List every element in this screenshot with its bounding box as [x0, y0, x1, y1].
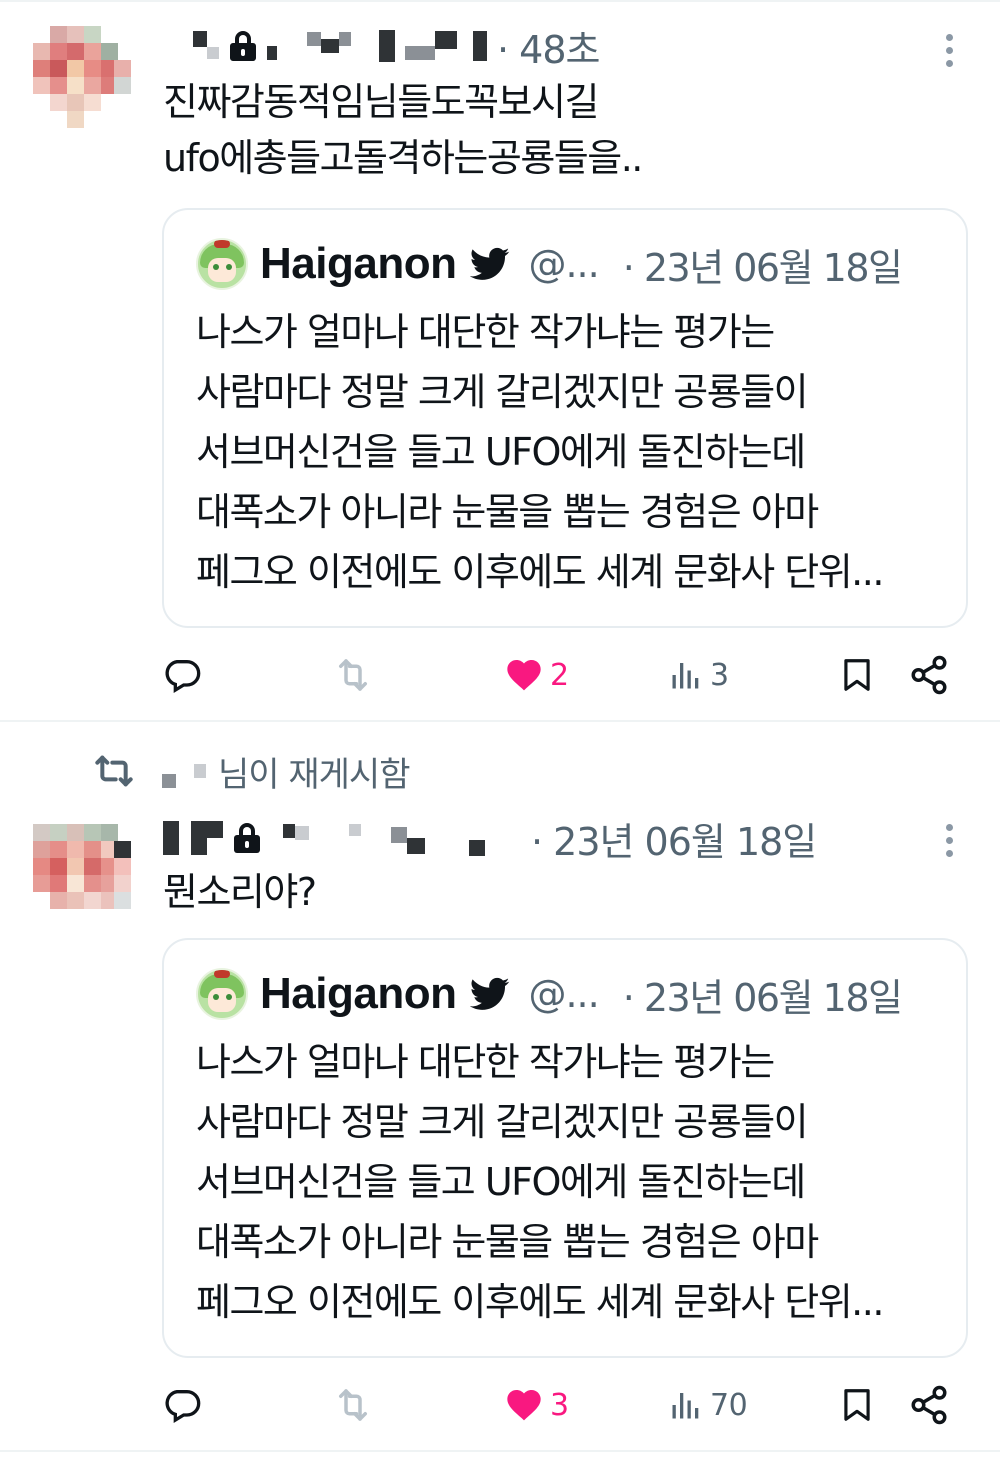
redacted-username	[473, 31, 487, 61]
like-button[interactable]: 3	[504, 1380, 569, 1430]
redacted-username	[207, 47, 219, 59]
redacted-username	[379, 30, 395, 62]
views-count: 3	[710, 657, 729, 693]
quoted-author-handle: @...	[528, 972, 599, 1016]
like-count: 3	[550, 1387, 569, 1423]
bookmark-icon	[844, 659, 870, 691]
retweet-context: 님이 재게시함	[92, 746, 410, 796]
reply-button[interactable]	[162, 650, 202, 700]
retweet-icon	[339, 1389, 367, 1421]
quoted-text-line: 페그오 이전에도 이후에도 세계 문화사 단위...	[196, 550, 884, 594]
quoted-text-line: 사람마다 정말 크게 갈리겠지만 공룡들이	[196, 370, 809, 414]
redacted-username	[163, 821, 179, 855]
share-icon	[911, 655, 947, 695]
tweet-text-line: ufo에총들고돌격하는공룡들을..	[163, 136, 643, 180]
like-button[interactable]: 2	[504, 650, 569, 700]
bookmark-icon	[844, 1389, 870, 1421]
redacted-username	[283, 824, 295, 838]
retweet-button[interactable]	[332, 650, 374, 700]
bookmark-button[interactable]	[838, 1380, 876, 1430]
bookmark-button[interactable]	[838, 650, 876, 700]
quoted-text-line: 사람마다 정말 크게 갈리겠지만 공룡들이	[196, 1100, 809, 1144]
views-button[interactable]: 3	[668, 650, 729, 700]
retweet-icon	[339, 659, 367, 691]
quoted-author-name: Haiganon	[260, 239, 457, 288]
retweet-button[interactable]	[332, 1380, 374, 1430]
tweet-actions: 2 3	[0, 650, 1000, 700]
tweet-text-line: 진짜감동적임님들도꼭보시길	[163, 80, 599, 124]
twitter-bird-icon	[470, 247, 510, 280]
quoted-avatar	[196, 238, 248, 290]
heart-icon	[507, 660, 541, 691]
views-count: 70	[710, 1387, 748, 1423]
redacted-username	[407, 838, 425, 854]
retweet-icon	[95, 755, 133, 787]
tweet-1[interactable]: · 48초 진짜감동적임님들도꼭보시길 ufo에총들고돌격하는공룡들을.. Ha…	[0, 0, 1000, 720]
reply-icon	[165, 1390, 201, 1423]
like-count: 2	[550, 657, 569, 693]
quoted-text-line: 페그오 이전에도 이후에도 세계 문화사 단위...	[196, 1280, 884, 1324]
quoted-tweet[interactable]: Haiganon @... · 23년 06월 18일 나스가 얼마나 대단한 …	[162, 208, 968, 628]
redacted-username	[405, 46, 435, 60]
heart-icon	[507, 1390, 541, 1421]
tweet-time[interactable]: · 23년 06월 18일	[531, 811, 817, 866]
views-icon	[672, 663, 699, 689]
quoted-author-name: Haiganon	[260, 969, 457, 1018]
quoted-text-line: 대폭소가 아니라 눈물을 뽑는 경험은 아마	[196, 490, 819, 534]
quoted-text-line: 대폭소가 아니라 눈물을 뽑는 경험은 아마	[196, 1220, 819, 1264]
redacted-username	[307, 32, 321, 46]
tweet-header: · 23년 06월 18일	[163, 808, 817, 868]
quoted-author-handle: @...	[528, 242, 599, 286]
views-button[interactable]: 70	[668, 1380, 748, 1430]
lock-icon	[229, 31, 257, 61]
more-icon[interactable]	[944, 34, 954, 68]
quoted-tweet-text: 나스가 얼마나 대단한 작가냐는 평가는 사람마다 정말 크게 갈리겠지만 공룡…	[196, 1032, 884, 1332]
redacted-username	[162, 774, 176, 788]
avatar[interactable]	[33, 824, 131, 922]
reply-icon	[165, 660, 201, 693]
redacted-username	[194, 764, 206, 778]
quoted-tweet-text: 나스가 얼마나 대단한 작가냐는 평가는 사람마다 정말 크게 갈리겠지만 공룡…	[196, 302, 884, 602]
quoted-text-line: 나스가 얼마나 대단한 작가냐는 평가는	[196, 310, 775, 354]
quoted-text-line: 서브머신건을 들고 UFO에게 돌진하는데	[196, 430, 806, 474]
reply-button[interactable]	[162, 1380, 202, 1430]
avatar[interactable]	[33, 26, 131, 128]
redacted-username	[469, 840, 485, 856]
quoted-text-line: 나스가 얼마나 대단한 작가냐는 평가는	[196, 1040, 775, 1084]
twitter-bird-icon	[470, 977, 510, 1010]
views-icon	[672, 1393, 699, 1419]
tweet-text: 뭔소리야?	[163, 864, 317, 920]
share-icon	[911, 1385, 947, 1425]
tweet-time[interactable]: · 48초	[497, 19, 600, 74]
quoted-text-line: 서브머신건을 들고 UFO에게 돌진하는데	[196, 1160, 806, 1204]
tweet-header: · 48초	[163, 16, 600, 76]
lock-icon	[233, 823, 261, 853]
quoted-tweet-header: Haiganon @... · 23년 06월 18일	[196, 966, 903, 1022]
redacted-username	[295, 826, 309, 840]
redacted-username	[191, 821, 223, 855]
quoted-avatar	[196, 968, 248, 1020]
redacted-username	[267, 46, 277, 60]
tweet-2[interactable]: 님이 재게시함 · 23년 06월 18일 뭔소리야? Haiganon @..…	[0, 722, 1000, 1452]
tweet-text: 진짜감동적임님들도꼭보시길 ufo에총들고돌격하는공룡들을..	[163, 74, 643, 186]
redacted-username	[349, 824, 361, 836]
retweet-label: 님이 재게시함	[218, 754, 410, 795]
quoted-tweet-time[interactable]: · 23년 06월 18일	[623, 237, 903, 292]
redacted-username	[339, 32, 351, 46]
redacted-username	[193, 31, 207, 47]
share-button[interactable]	[908, 650, 950, 700]
quoted-tweet[interactable]: Haiganon @... · 23년 06월 18일 나스가 얼마나 대단한 …	[162, 938, 968, 1358]
share-button[interactable]	[908, 1380, 950, 1430]
redacted-username	[435, 31, 457, 49]
quoted-tweet-header: Haiganon @... · 23년 06월 18일	[196, 236, 903, 292]
quoted-tweet-time[interactable]: · 23년 06월 18일	[623, 967, 903, 1022]
tweet-actions: 3 70	[0, 1380, 1000, 1430]
redacted-username	[391, 827, 407, 843]
more-icon[interactable]	[944, 824, 954, 858]
redacted-username	[321, 39, 339, 53]
tweet-text-line: 뭔소리야?	[163, 870, 317, 914]
